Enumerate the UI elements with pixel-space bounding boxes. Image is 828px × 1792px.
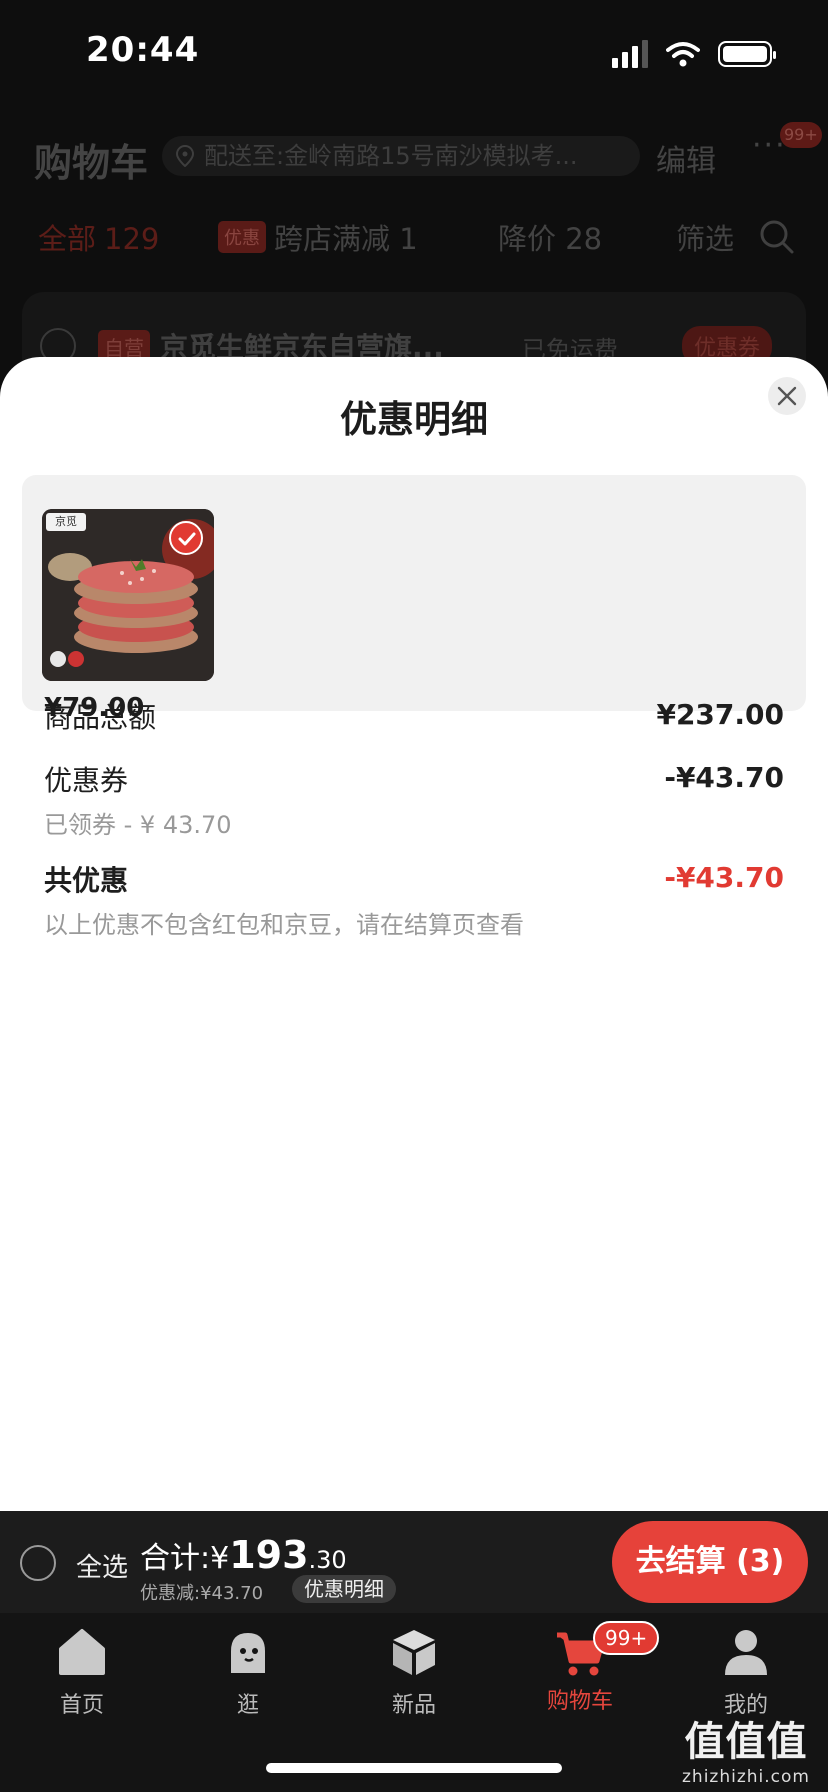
tab-cart[interactable]: 99+ 购物车 [520,1621,660,1715]
tab-cross-store-label: 跨店满减 1 [274,222,418,256]
checkout-button[interactable]: 去结算 (3) [612,1521,808,1603]
tab-explore-label: 逛 [236,1693,259,1718]
watermark: 值值值 zhizhizhi.com [676,1709,816,1787]
tab-price-drop[interactable]: 降价 28 [498,216,602,258]
tab-profile[interactable]: 我的 [686,1627,806,1719]
home-icon [59,1629,105,1675]
bottom-tab-bar: 首页 逛 新品 99+ 购物车 我的 值值值 zhizhizhi.com [0,1613,828,1792]
discount-detail-sheet: 优惠明细 京觅 ¥79.00 商品总额 ¥237.00 优惠券 -¥43.70 … [0,357,828,1511]
user-icon [725,1630,767,1675]
discount-summary: 优惠减:¥43.70 [140,1583,264,1604]
status-time: 20:44 [86,30,200,70]
message-badge: 99+ [780,122,822,148]
tab-all[interactable]: 全部 129 [38,216,159,258]
home-indicator[interactable] [266,1763,562,1773]
cart-count-badge: 99+ [593,1621,660,1655]
location-pin-icon [176,145,194,167]
order-total-integer: 193 [229,1533,309,1577]
product-panel: 京觅 ¥79.00 [22,475,806,723]
checkout-bar: 全选 合计:¥193.30 优惠减:¥43.70 优惠明细 去结算 (3) [0,1511,828,1613]
tab-new[interactable]: 新品 [354,1627,474,1719]
tab-home[interactable]: 首页 [22,1627,142,1719]
discount-detail-button[interactable]: 优惠明细 [292,1575,396,1603]
tab-new-label: 新品 [391,1693,436,1718]
watermark-domain: zhizhizhi.com [682,1767,810,1787]
tab-cross-store-discount[interactable]: 优惠 跨店满减 1 [218,216,418,258]
watermark-brand: 值值值 [684,1719,808,1765]
filter-button[interactable]: 筛选 [676,216,734,258]
wifi-icon [666,42,700,67]
coupon-detail: 已领券 - ¥ 43.70 [44,811,232,839]
select-all-label[interactable]: 全选 [76,1547,128,1584]
selected-check-icon [169,521,203,555]
order-total: 合计:¥193.30 [140,1533,347,1577]
discount-note: 以上优惠不包含红包和京豆，请在结算页查看 [44,911,524,939]
cart-header: 购物车 配送至:金岭南路15号南沙模拟考... 编辑 ··· 99+ [0,122,828,196]
coupon-label: 优惠券 [44,764,129,797]
box-icon [393,1630,435,1675]
edit-button[interactable]: 编辑 [656,136,716,180]
delivery-address[interactable]: 配送至:金岭南路15号南沙模拟考... [162,136,640,176]
delivery-address-text: 配送至:金岭南路15号南沙模拟考... [204,142,578,170]
total-discount-value: -¥43.70 [664,861,784,894]
tab-home-label: 首页 [59,1693,104,1718]
cart-page-background: 购物车 配送至:金岭南路15号南沙模拟考... 编辑 ··· 99+ 全部 129… [0,100,828,392]
sheet-title: 优惠明细 [340,398,488,441]
search-icon[interactable] [758,218,796,256]
page-title: 购物车 [34,141,149,185]
tab-all-count: 129 [104,222,160,256]
total-discount-label: 共优惠 [44,864,129,897]
brand-chip: 京觅 [46,513,86,531]
goods-total-value: ¥237.00 [656,698,784,731]
cart-filter-tabs: 全部 129 优惠 跨店满减 1 降价 28 筛选 [0,210,828,260]
close-button[interactable] [768,377,806,415]
tab-cart-label: 购物车 [546,1689,613,1714]
status-icons [612,40,776,68]
order-total-prefix: 合计:¥ [140,1541,230,1576]
select-all-radio[interactable] [20,1545,56,1581]
goods-total-label: 商品总额 [44,701,157,734]
close-icon [777,386,797,406]
status-bar: 20:44 [0,0,828,100]
battery-icon [718,41,776,67]
product-image[interactable]: 京觅 [42,509,214,681]
promo-tag: 优惠 [218,221,266,253]
coupon-value: -¥43.70 [664,761,784,794]
tab-all-label: 全部 [38,222,97,256]
explore-icon [231,1633,265,1673]
cellular-signal-icon [612,40,648,68]
order-total-decimal: .30 [308,1546,347,1574]
tab-explore[interactable]: 逛 [188,1627,308,1719]
cart-icon-wrapper: 99+ [553,1621,660,1677]
